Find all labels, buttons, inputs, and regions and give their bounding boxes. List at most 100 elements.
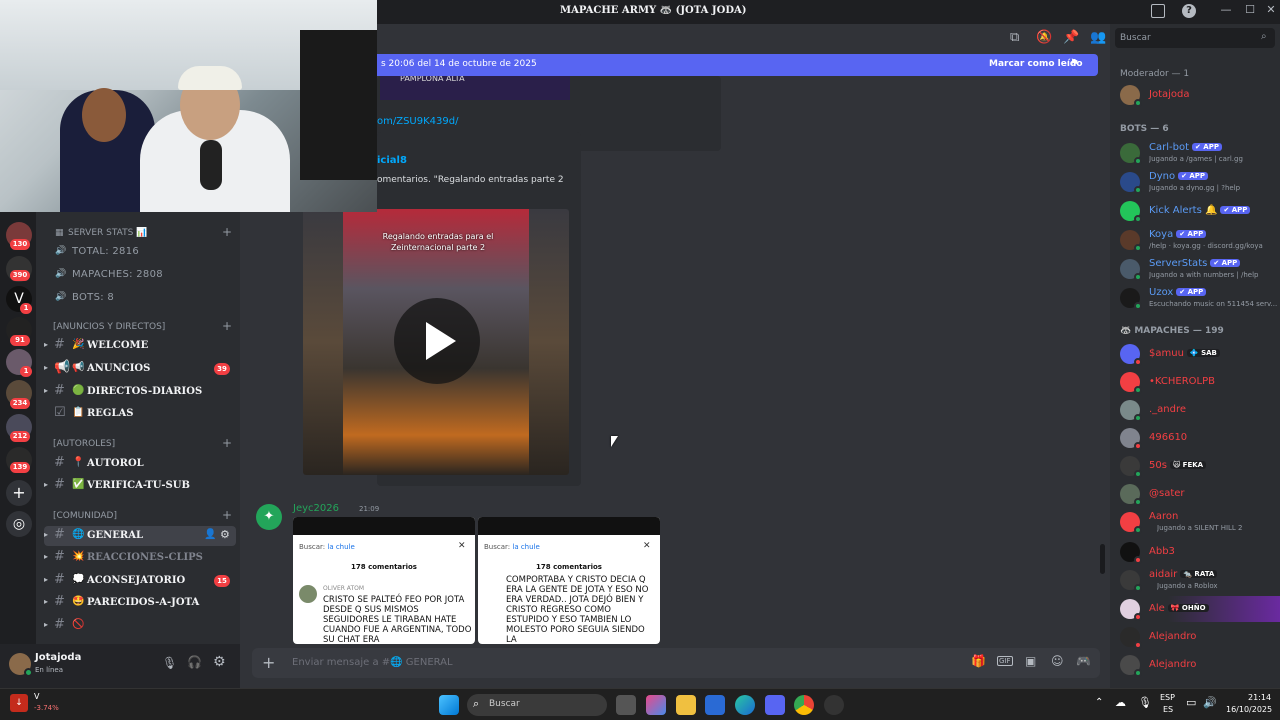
unread-banner[interactable]: s 20:06 del 14 de octubre de 2025 Marcar… [377,54,1098,76]
member-item[interactable]: ._andre [1120,397,1280,423]
member-item[interactable]: @sater [1120,481,1280,507]
start-icon[interactable] [439,695,459,715]
notifications-icon[interactable]: 🔕 [1036,30,1052,45]
apps-icon[interactable]: 🎮 [1076,654,1091,668]
stat-bots[interactable]: BOTS: 8 [72,292,114,303]
video-player[interactable]: Regalando entradas para el Zeinternacion… [303,209,569,475]
member-item[interactable]: Alejandro [1120,624,1280,650]
inbox-icon[interactable] [1151,4,1165,18]
channel-welcome[interactable]: ▸ # 🎉 WELCOME [44,336,236,356]
discord-icon[interactable] [765,695,785,715]
copilot-icon[interactable] [646,695,666,715]
windows-taskbar: ↓ V -3.74% ⌕ Buscar ⌃ ☁ 🎙 ESP ES ▭ 🔊 21:… [0,688,1280,720]
emoji-icon[interactable]: ☺ [1051,654,1064,668]
task-view-icon[interactable] [616,695,636,715]
channel-aconsejatorio[interactable]: ▸ # 💭 ACONSEJATORIO 15 [44,571,236,591]
chrome-icon[interactable] [794,695,814,715]
language-top[interactable]: ESP [1160,693,1175,702]
channel-autorol[interactable]: # 📍 AUTOROL [44,454,236,474]
member-item[interactable]: ServerStats ✔ APP Jugando a with numbers |… [1120,256,1280,282]
explore-icon[interactable]: ◎ [6,511,32,537]
member-item[interactable]: 50s 🙀 FEKA [1120,453,1280,479]
category-server-stats[interactable]: SERVER STATS 📊 [68,228,147,238]
cloud-icon[interactable]: ☁ [1115,696,1126,709]
stock-widget-icon[interactable]: ↓ [10,694,28,712]
channel-reglas[interactable]: ☑ 📋 REGLAS [44,404,236,424]
message-link[interactable]: om/ZSU9K439d/ [377,116,458,127]
minimize-button[interactable]: — [1217,3,1235,19]
close-button[interactable]: ✕ [1262,3,1280,19]
network-icon[interactable]: ▭ [1186,696,1196,709]
clock-time[interactable]: 21:14 [1248,693,1271,702]
channel-general[interactable]: ▸ # 🌐 GENERAL 👤 ⚙ [44,526,236,546]
user-settings-icon[interactable]: ⚙ [213,654,226,670]
add-channel-icon[interactable]: + [222,508,232,522]
taskbar-search-input[interactable]: Buscar [489,699,520,709]
message-composer[interactable]: + Enviar mensaje a #🌐 GENERAL 🎁 GIF ▣ ☺ … [252,648,1100,678]
taskbar-search[interactable]: ⌕ Buscar [467,694,607,716]
member-item[interactable]: •KCHEROLPB [1120,369,1280,395]
add-channel-icon[interactable]: + [222,225,232,239]
member-item[interactable]: 496610 [1120,425,1280,451]
microphone-icon[interactable]: 🎙 [162,656,177,670]
member-item[interactable]: Carl-bot ✔ APP Jugando a /games | carl.gg [1120,140,1280,166]
tray-overflow-icon[interactable]: ⌃ [1095,697,1103,708]
scrollbar[interactable] [1100,544,1105,574]
store-icon[interactable] [705,695,725,715]
channel-anuncios[interactable]: ▸ 📢 📢 ANUNCIOS 39 [44,359,236,379]
search-input[interactable]: Buscar [1120,33,1151,43]
member-item[interactable]: Kick Alerts 🔔 ✔ APP [1120,198,1280,224]
add-server-icon[interactable]: + [6,480,32,506]
attachment-image-2[interactable]: Buscar: la chule ✕ 178 comentarios COMPO… [478,517,660,644]
threads-icon[interactable]: ⧉ [1010,30,1019,45]
members-icon[interactable]: 👥 [1090,30,1106,45]
category-comunidad[interactable]: [COMUNIDAD] [53,511,117,521]
add-channel-icon[interactable]: + [222,436,232,450]
member-item[interactable]: Aaron Jugando a SILENT HILL 2 [1120,509,1280,535]
file-explorer-icon[interactable] [676,695,696,715]
member-item[interactable]: $amuu 💠 SAB [1120,341,1280,367]
attachment-header [478,517,660,535]
member-item[interactable]: Abb3 [1120,539,1280,565]
mic-tray-icon[interactable]: 🎙 [1138,696,1152,709]
member-item[interactable]: aidair 🐀 RATA Jugando a Roblox [1120,567,1280,593]
settings-icon: ⚙ [220,528,230,541]
channel-parecidos-a-jota[interactable]: ▸ # 🤩 PARECIDOS-A-JOTA [44,593,236,613]
member-item[interactable]: Jotajoda [1120,82,1280,108]
member-item[interactable]: Koya ✔ APP/help · koya.gg · discord.gg/ko… [1120,227,1280,253]
stat-total[interactable]: TOTAL: 2816 [72,246,139,257]
help-icon[interactable]: ? [1182,4,1196,18]
message-author[interactable]: Jeyc2026 [293,503,339,514]
embed-author[interactable]: icial8 [377,155,407,166]
channel-reacciones-clips[interactable]: ▸ # 💥 REACCIONES-CLIPS [44,548,236,568]
channel-blocked[interactable]: ▸ # 🚫 [44,616,236,636]
attachment-image-1[interactable]: Buscar: la chule ✕ 178 comentarios OLIVE… [293,517,475,644]
gift-icon[interactable]: 🎁 [971,654,986,668]
comment-user: OLIVER ATOM [323,585,365,592]
add-attachment-icon[interactable]: + [262,653,275,672]
gif-icon[interactable]: GIF [997,656,1013,666]
headphones-icon[interactable]: 🎧 [187,655,202,669]
edge-icon[interactable] [735,695,755,715]
channel-verifica-tu-sub[interactable]: ▸ # ✅ VERIFICA-TU-SUB [44,476,236,496]
channel-directos-diarios[interactable]: ▸ # 🟢 DIRECTOS-DIARIOS [44,382,236,402]
play-icon[interactable] [394,298,480,384]
stat-mapaches[interactable]: MAPACHES: 2808 [72,269,163,280]
add-channel-icon[interactable]: + [222,319,232,333]
member-item[interactable]: Alejandro [1120,652,1280,678]
obs-icon[interactable] [824,695,844,715]
mark-read-button[interactable]: Marcar como leído [989,59,1083,69]
author-avatar[interactable]: ✦ [256,504,282,530]
volume-icon[interactable]: 🔊 [1203,696,1217,709]
category-announcements[interactable]: [ANUNCIOS Y DIRECTOS] [53,322,165,332]
user-name[interactable]: Jotajoda [35,652,81,663]
member-item[interactable]: Dyno ✔ APP Jugando a dyno.gg | ?help [1120,169,1280,195]
sticker-icon[interactable]: ▣ [1025,654,1036,668]
pins-icon[interactable]: 📌 [1063,30,1079,45]
member-item-highlighted[interactable]: Ale 🎀 OHÑO [1120,596,1280,622]
category-autoroles[interactable]: [AUTOROLES] [53,439,115,449]
composer-input[interactable]: Enviar mensaje a #🌐 GENERAL [292,657,453,668]
maximize-button[interactable]: ☐ [1241,3,1259,19]
search-box[interactable]: Buscar ⌕ [1115,28,1275,48]
member-item[interactable]: Uzox ✔ APP Escuchando music on 511454 serv… [1120,285,1280,311]
